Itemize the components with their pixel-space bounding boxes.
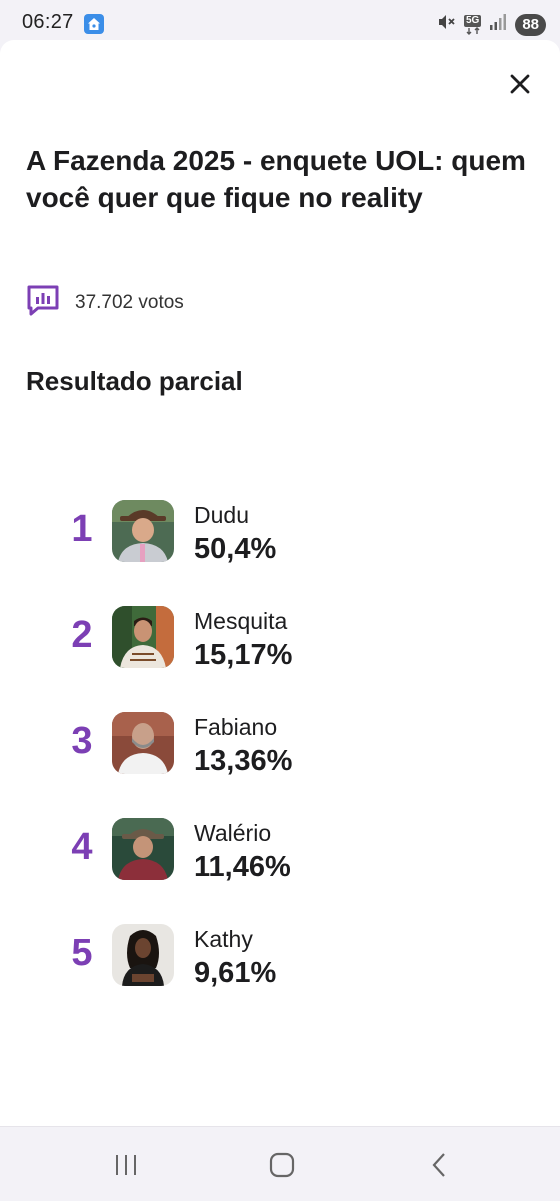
avatar bbox=[112, 606, 174, 668]
candidate-name: Kathy bbox=[194, 926, 253, 952]
result-rank: 4 bbox=[71, 826, 93, 868]
mute-icon bbox=[436, 12, 456, 37]
recent-apps-button[interactable] bbox=[106, 1147, 146, 1183]
candidate-percent: 9,61% bbox=[194, 957, 277, 989]
result-rank: 5 bbox=[71, 932, 93, 974]
candidate-name: Dudu bbox=[194, 502, 249, 528]
home-button[interactable] bbox=[262, 1147, 302, 1183]
back-button[interactable] bbox=[420, 1147, 460, 1183]
result-item: 1 Dudu 50,4% bbox=[0, 500, 560, 570]
result-item: 3 Fabiano 13,36% bbox=[0, 712, 560, 782]
votes-count: 37.702 votos bbox=[75, 291, 184, 313]
result-item: 5 Kathy 9,61% bbox=[0, 924, 560, 994]
avatar bbox=[112, 924, 174, 986]
network-label: 5G bbox=[463, 14, 482, 27]
candidate-name: Walério bbox=[194, 820, 272, 846]
close-icon bbox=[510, 74, 530, 94]
recent-apps-icon bbox=[116, 1155, 136, 1175]
avatar bbox=[112, 712, 174, 774]
close-button[interactable] bbox=[502, 66, 538, 102]
battery-indicator: 88 bbox=[515, 13, 546, 36]
status-icons: 5G 88 bbox=[436, 12, 546, 37]
result-item: 4 Walério 11,46% bbox=[0, 818, 560, 888]
signal-icon bbox=[489, 13, 507, 36]
result-rank: 3 bbox=[71, 720, 93, 762]
candidate-name: Mesquita bbox=[194, 608, 288, 634]
back-icon bbox=[432, 1153, 445, 1177]
bar-chart-icon bbox=[26, 284, 60, 321]
result-rank: 1 bbox=[71, 508, 93, 550]
poll-title: A Fazenda 2025 - enquete UOL: quem você … bbox=[26, 145, 526, 213]
votes-row: 37.702 votos bbox=[26, 284, 184, 321]
home-notification-icon bbox=[84, 14, 104, 34]
avatar bbox=[112, 500, 174, 562]
candidate-percent: 50,4% bbox=[194, 533, 277, 565]
status-time: 06:27 bbox=[22, 11, 74, 33]
status-bar: 06:27 5G 88 bbox=[0, 0, 560, 44]
result-rank: 2 bbox=[71, 614, 93, 656]
result-item: 2 Mesquita 15,17% bbox=[0, 606, 560, 676]
system-nav-bar bbox=[0, 1126, 560, 1201]
candidate-name: Fabiano bbox=[194, 714, 278, 740]
section-title: Resultado parcial bbox=[26, 366, 243, 396]
candidate-percent: 11,46% bbox=[194, 851, 291, 883]
network-5g-icon: 5G bbox=[463, 14, 482, 35]
home-icon bbox=[269, 1152, 295, 1178]
avatar bbox=[112, 818, 174, 880]
candidate-percent: 15,17% bbox=[194, 639, 293, 671]
candidate-percent: 13,36% bbox=[194, 745, 293, 777]
